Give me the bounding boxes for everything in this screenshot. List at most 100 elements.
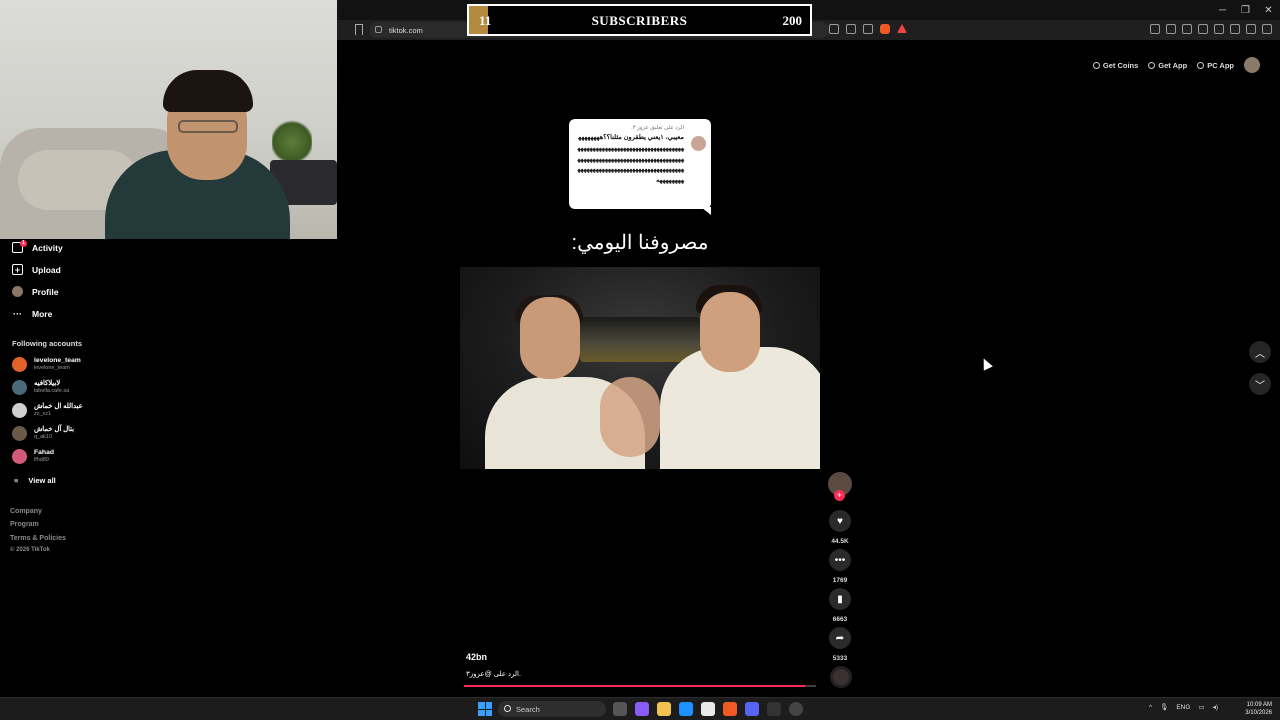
bookmark-icon: ▮: [829, 588, 851, 610]
network-icon[interactable]: ▭: [1198, 703, 1204, 711]
mouse-cursor: [979, 356, 993, 371]
profile-avatar[interactable]: [1244, 57, 1260, 73]
view-all-button[interactable]: ≡ View all: [14, 476, 56, 485]
start-button[interactable]: [478, 702, 492, 716]
raised-hand: [600, 377, 660, 457]
pc-app-button[interactable]: PC App: [1197, 61, 1234, 70]
toolbar-right-icons: [1150, 24, 1272, 34]
get-coins-label: Get Coins: [1102, 60, 1139, 70]
brave-rewards-icon[interactable]: [897, 24, 907, 33]
save-button[interactable]: ▮ 6663: [826, 588, 854, 623]
tiktok-header-actions: Get Coins Get App PC App: [1092, 57, 1260, 73]
webcam-overlay: [0, 0, 337, 239]
media-icon[interactable]: [1182, 24, 1192, 34]
account-avatar: [12, 357, 27, 372]
search-icon: [504, 705, 511, 712]
clock-time: 10:09 AM: [1246, 702, 1272, 708]
get-coins-button[interactable]: Get Coins: [1092, 60, 1139, 70]
windows-taskbar: Search ^ 🎙 ENG ▭ ◂) 10:09 AM 3/10/2026: [0, 697, 1280, 720]
sidebar-item-label: Activity: [32, 242, 63, 253]
account-avatar: [12, 380, 27, 395]
minimize-icon[interactable]: ─: [1211, 0, 1234, 20]
copilot-icon[interactable]: [635, 702, 649, 716]
account-avatar: [12, 403, 27, 418]
share-icon[interactable]: [863, 24, 873, 34]
account-handle: lfhd89: [34, 457, 49, 463]
sidebar-item-activity[interactable]: 1 Activity: [12, 240, 63, 253]
search-placeholder: Search: [516, 705, 540, 714]
sidebar-icon[interactable]: [1198, 24, 1208, 34]
avatar-icon: [12, 286, 23, 297]
close-icon[interactable]: ✕: [1257, 0, 1280, 20]
follow-plus-icon[interactable]: +: [834, 490, 845, 501]
notification-badge: 1: [20, 240, 27, 247]
pc-app-label: PC App: [1207, 60, 1234, 70]
following-accounts-title: Following accounts: [12, 339, 83, 348]
more-dots-icon: ···: [13, 308, 22, 319]
menu-icon[interactable]: [1262, 24, 1272, 34]
video-progress-bar[interactable]: [464, 685, 816, 687]
plus-square-icon: +: [12, 264, 23, 275]
store-icon[interactable]: [701, 702, 715, 716]
obs-icon[interactable]: [789, 702, 803, 716]
leo-icon[interactable]: [1230, 24, 1240, 34]
card-tail: [701, 207, 711, 215]
footer-link-terms[interactable]: Terms & Policies: [10, 535, 66, 542]
following-account[interactable]: بتال آل خماش q_ak10: [12, 426, 74, 441]
sidebar-item-more[interactable]: ··· More: [12, 308, 52, 319]
bookmark-icon[interactable]: [355, 24, 363, 35]
share-button[interactable]: ➦ 5333: [826, 627, 854, 662]
account-handle: zx_xz1: [34, 411, 52, 417]
previous-video-button[interactable]: ︿: [1249, 341, 1271, 363]
vpn-icon[interactable]: [1246, 24, 1256, 34]
subscriber-goal: 200: [782, 13, 803, 28]
following-account[interactable]: levelone_team levelone_team: [12, 357, 81, 372]
sidebar-item-upload[interactable]: + Upload: [12, 264, 61, 275]
inbox-icon: 1: [12, 240, 27, 253]
screenshot-icon[interactable]: [1166, 24, 1176, 34]
microphone-icon[interactable]: 🎙: [1160, 703, 1168, 711]
terminal-icon[interactable]: [767, 702, 781, 716]
music-disc-icon[interactable]: [830, 666, 852, 688]
language-indicator[interactable]: ENG: [1176, 704, 1190, 711]
taskbar-search[interactable]: Search: [498, 701, 606, 717]
file-explorer-icon[interactable]: [657, 702, 671, 716]
chevron-up-icon[interactable]: ^: [1149, 704, 1152, 711]
video-progress-fill: [464, 685, 806, 687]
footer-link-program[interactable]: Program: [10, 521, 39, 528]
webcam-plant: [272, 118, 312, 166]
video-author[interactable]: 42bn: [466, 652, 487, 662]
following-account[interactable]: لابيلاكافيه labella.cafe.sa: [12, 380, 69, 395]
brave-shields-icon[interactable]: [880, 24, 890, 34]
cast-icon[interactable]: [846, 24, 856, 34]
like-button[interactable]: ♥ 44.5K: [826, 510, 854, 545]
task-view-icon[interactable]: [613, 702, 627, 716]
discord-icon[interactable]: [745, 702, 759, 716]
webcam-person-glasses: [178, 120, 238, 133]
next-video-button[interactable]: ﹀: [1249, 373, 1271, 395]
extensions-icon[interactable]: [1150, 24, 1160, 34]
edge-icon[interactable]: [679, 702, 693, 716]
account-avatar: [12, 449, 27, 464]
reader-mode-icon[interactable]: [829, 24, 839, 34]
site-info-icon[interactable]: [375, 26, 382, 33]
maximize-icon[interactable]: ❐: [1234, 0, 1257, 20]
comment-count: 1769: [832, 577, 848, 584]
footer-link-company[interactable]: Company: [10, 508, 42, 515]
share-count: 5333: [832, 655, 848, 662]
brave-icon[interactable]: [723, 702, 737, 716]
system-clock[interactable]: 10:09 AM 3/10/2026: [1245, 701, 1272, 717]
person-left-face: [520, 297, 580, 379]
get-app-button[interactable]: Get App: [1148, 61, 1187, 70]
reply-comment-text: معيبي، ١يعني يطقرون مثلنا؟؟ههههههههههههه…: [577, 134, 684, 185]
volume-icon[interactable]: ◂): [1213, 703, 1218, 711]
wallet-icon[interactable]: [1214, 24, 1224, 34]
following-account[interactable]: عبدالله ال خماش zx_xz1: [12, 403, 83, 418]
sidebar-item-profile[interactable]: Profile: [12, 286, 58, 297]
webcam-person-hair: [163, 70, 253, 112]
video-player[interactable]: الرد على تعليق عزوز ٣. معيبي، ١يعني يطقر…: [460, 110, 820, 690]
following-account[interactable]: Fahad lfhd89: [12, 449, 54, 464]
comment-button[interactable]: ••• 1769: [826, 549, 854, 584]
commenter-avatar: [691, 136, 706, 151]
video-description: الرد على @عزوز٣.: [466, 671, 521, 678]
